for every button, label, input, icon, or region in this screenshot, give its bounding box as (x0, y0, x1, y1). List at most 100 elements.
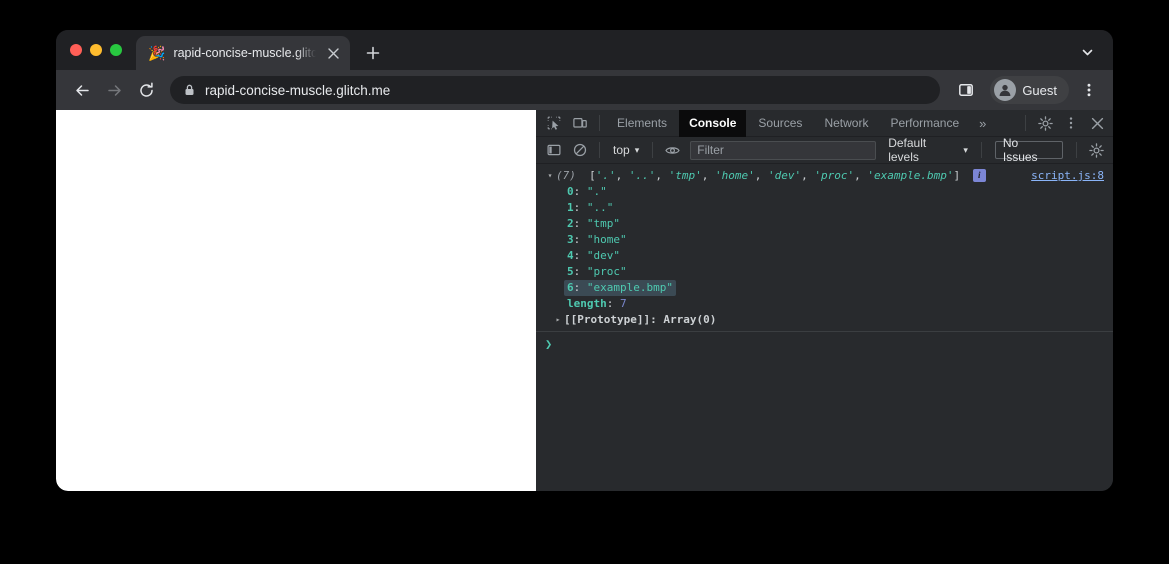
reload-button[interactable] (132, 76, 160, 104)
close-devtools-icon[interactable] (1085, 112, 1109, 134)
device-toolbar-icon[interactable] (568, 112, 592, 134)
array-property-row-selected[interactable]: 6: "example.bmp" (536, 280, 1113, 296)
forward-button[interactable] (100, 76, 128, 104)
eye-icon[interactable] (660, 139, 684, 161)
address-bar-url: rapid-concise-muscle.glitch.me (205, 82, 391, 98)
avatar (994, 79, 1017, 101)
tab-elements[interactable]: Elements (607, 110, 677, 137)
new-tab-button[interactable] (358, 38, 388, 68)
profile-name: Guest (1022, 82, 1057, 98)
preview-item-1: '..' (628, 169, 656, 182)
array-property-row[interactable]: 4: "dev" (536, 248, 1113, 264)
console-input-prompt[interactable]: ❯ (536, 332, 1113, 352)
expand-triangle-icon[interactable] (544, 168, 556, 184)
property-separator: : (650, 313, 664, 326)
array-count: (7) (556, 169, 576, 182)
property-value: "home" (586, 233, 627, 246)
console-filterbar: top ▾ Filter Default levels ▾ No Issues (536, 136, 1113, 164)
array-property-row[interactable]: 5: "proc" (536, 264, 1113, 280)
preview-item-0: '.' (595, 169, 616, 182)
console-log-entry: (7) ['.', '..', 'tmp', 'home', 'dev', 'p… (536, 164, 1113, 332)
length-value: 7 (620, 297, 627, 310)
property-index: 0 (567, 185, 574, 198)
browser-toolbar: rapid-concise-muscle.glitch.me Guest (56, 70, 1113, 110)
more-tabs-button[interactable]: » (971, 116, 994, 131)
preview-sep: , (701, 169, 716, 182)
console-settings-gear-icon[interactable] (1084, 139, 1108, 161)
array-property-row[interactable]: 2: "tmp" (536, 216, 1113, 232)
property-index: 6 (567, 281, 574, 294)
content-area: Elements Console Sources Network Perform… (56, 110, 1113, 491)
log-levels-value: Default levels (888, 136, 927, 164)
property-index: 4 (567, 249, 574, 262)
property-index: 1 (567, 201, 574, 214)
array-preview-row[interactable]: (7) ['.', '..', 'tmp', 'home', 'dev', 'p… (536, 168, 1113, 184)
tab-search-button[interactable] (1073, 38, 1101, 66)
property-separator: : (573, 233, 587, 246)
clear-console-icon[interactable] (568, 139, 592, 161)
preview-item-2: 'tmp' (668, 169, 702, 182)
info-badge-icon[interactable]: i (972, 168, 986, 182)
preview-item-4: 'dev' (768, 169, 802, 182)
prototype-value: Array(0) (663, 313, 717, 326)
close-bracket: ] (953, 169, 961, 182)
array-property-row[interactable]: 3: "home" (536, 232, 1113, 248)
minimize-window-button[interactable] (90, 44, 102, 56)
property-separator: : (573, 201, 587, 214)
divider (1025, 115, 1026, 131)
preview-item-6: 'example.bmp' (867, 169, 954, 182)
expand-triangle-icon[interactable] (552, 312, 564, 328)
inspect-element-icon[interactable] (542, 112, 566, 134)
execution-context-selector[interactable]: top ▾ (607, 140, 645, 160)
lock-icon (184, 84, 195, 96)
tab-console[interactable]: Console (679, 110, 747, 137)
maximize-window-button[interactable] (110, 44, 122, 56)
tab-network[interactable]: Network (814, 110, 878, 137)
preview-sep: , (615, 169, 629, 182)
console-messages[interactable]: (7) ['.', '..', 'tmp', 'home', 'dev', 'p… (536, 164, 1113, 491)
address-bar[interactable]: rapid-concise-muscle.glitch.me (170, 76, 941, 104)
log-levels-selector[interactable]: Default levels ▾ (882, 136, 974, 164)
property-value: "tmp" (586, 217, 621, 230)
property-value: "." (586, 185, 607, 198)
window-traffic-lights (70, 30, 136, 70)
array-length-row[interactable]: length: 7 (536, 296, 1113, 312)
close-window-button[interactable] (70, 44, 82, 56)
property-index: 3 (567, 233, 574, 246)
devtools-tabbar-actions (1020, 112, 1109, 134)
array-property-row[interactable]: 0: "." (536, 184, 1113, 200)
length-key: length (567, 297, 607, 310)
preview-sep: , (754, 169, 769, 182)
array-preview: (7) ['.', '..', 'tmp', 'home', 'dev', 'p… (556, 168, 986, 184)
property-value: "proc" (586, 265, 627, 278)
tab-performance[interactable]: Performance (880, 110, 969, 137)
chevron-down-icon: ▾ (963, 144, 968, 155)
divider (980, 142, 982, 158)
open-bracket: [ (589, 169, 596, 182)
source-link[interactable]: script.js:8 (1031, 168, 1104, 184)
back-button[interactable] (68, 76, 96, 104)
close-icon[interactable] (324, 44, 342, 62)
console-sidebar-icon[interactable] (542, 139, 566, 161)
browser-tab[interactable]: 🎉 rapid-concise-muscle.glitch.me (136, 36, 350, 70)
settings-gear-icon[interactable] (1033, 112, 1057, 134)
property-separator: : (573, 217, 587, 230)
property-value: "example.bmp" (586, 281, 673, 294)
browser-menu-button[interactable] (1075, 76, 1103, 104)
page-viewport[interactable] (56, 110, 537, 491)
array-prototype-row[interactable]: [[Prototype]]: Array(0) (536, 312, 1113, 328)
array-property-row[interactable]: 1: ".." (536, 200, 1113, 216)
filter-input[interactable]: Filter (690, 140, 877, 160)
execution-context-value: top (613, 143, 630, 157)
profile-chip[interactable]: Guest (990, 76, 1069, 104)
more-options-icon[interactable] (1059, 112, 1083, 134)
tab-strip: 🎉 rapid-concise-muscle.glitch.me (56, 30, 1113, 70)
prompt-caret-icon: ❯ (545, 337, 553, 351)
issues-status-badge[interactable]: No Issues (994, 136, 1063, 164)
property-index: 2 (567, 217, 574, 230)
tab-sources[interactable]: Sources (748, 110, 812, 137)
side-panel-icon[interactable] (952, 76, 980, 104)
devtools-tabbar: Elements Console Sources Network Perform… (536, 110, 1113, 137)
property-value: "dev" (586, 249, 621, 262)
preview-item-3: 'home' (715, 169, 755, 182)
